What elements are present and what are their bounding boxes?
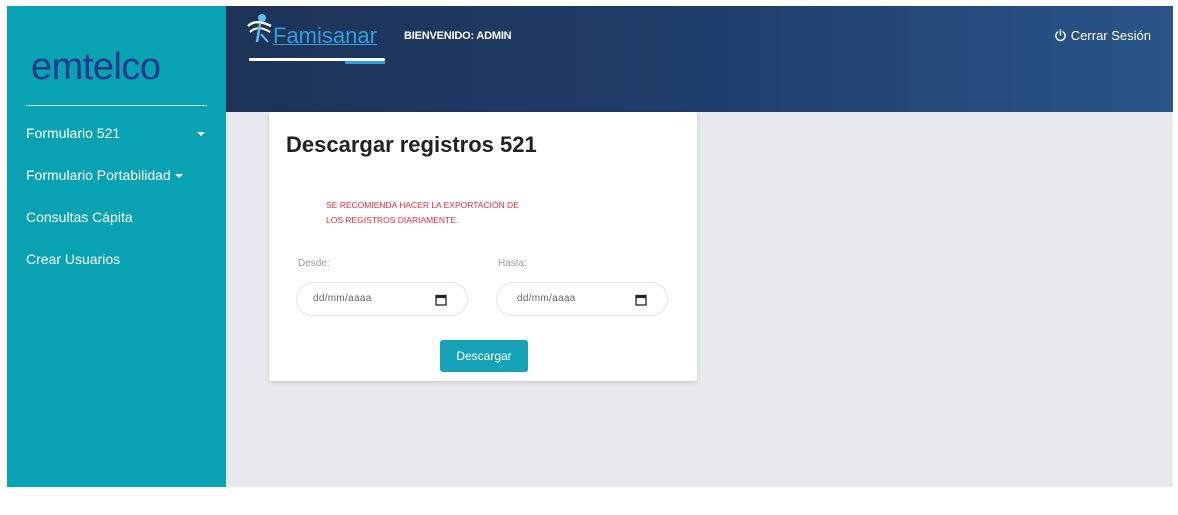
warning-line-2: LOS REGISTROS DIARIAMENTE. — [326, 215, 459, 225]
to-date-placeholder: dd/mm/aaaa — [517, 293, 576, 304]
from-label: Desde: — [298, 258, 330, 269]
page-title: Descargar registros 521 — [286, 132, 537, 157]
logout-label: Cerrar Sesión — [1070, 28, 1151, 43]
famisanar-figure-icon — [247, 14, 272, 43]
caret-down-icon — [174, 174, 183, 178]
warning-line-1: SE RECOMIENDA HACER LA EXPORTACIÓN DE — [326, 200, 519, 210]
sidebar-item-formulario-521[interactable]: Formulario 521 — [7, 125, 226, 167]
sidebar-item-label: Consultas Cápita — [26, 209, 133, 225]
download-card: Descargar registros 521 SE RECOMIENDA HA… — [269, 112, 697, 381]
famisanar-logo: Famisanar — [245, 12, 395, 68]
logo-divider — [26, 105, 207, 106]
calendar-icon[interactable] — [435, 294, 447, 306]
power-icon — [1054, 29, 1066, 42]
sidebar-item-label: Formulario Portabilidad — [26, 167, 171, 183]
from-date-placeholder: dd/mm/aaaa — [313, 293, 372, 304]
app-frame: emtelco Formulario 521 Formulario Portab… — [7, 6, 1173, 487]
sidebar-item-crear-usuarios[interactable]: Crear Usuarios — [7, 251, 226, 293]
sidebar-item-label: Crear Usuarios — [26, 251, 121, 267]
brand-name: Famisanar — [273, 23, 377, 48]
download-button[interactable]: Descargar — [440, 340, 528, 372]
sidebar: emtelco Formulario 521 Formulario Portab… — [7, 6, 226, 487]
welcome-text: BIENVENIDO: ADMIN — [404, 30, 512, 42]
caret-down-icon — [197, 132, 205, 136]
to-date-field[interactable]: dd/mm/aaaa — [496, 282, 668, 316]
sidebar-item-label: Formulario 521 — [26, 125, 121, 141]
top-header: Famisanar BIENVENIDO: ADMIN Cerrar Sesió… — [226, 6, 1173, 112]
sidebar-item-formulario-portabilidad[interactable]: Formulario Portabilidad — [7, 167, 226, 209]
brand-underline-accent — [345, 61, 385, 64]
calendar-icon[interactable] — [635, 294, 647, 306]
sidebar-nav: Formulario 521 Formulario Portabilidad C… — [7, 125, 226, 293]
sidebar-item-consultas-capita[interactable]: Consultas Cápita — [7, 209, 226, 251]
logout-button[interactable]: Cerrar Sesión — [1054, 28, 1151, 43]
export-warning: SE RECOMIENDA HACER LA EXPORTACIÓN DE LO… — [326, 198, 596, 228]
from-date-field[interactable]: dd/mm/aaaa — [296, 282, 468, 316]
emtelco-logo: emtelco — [31, 46, 161, 88]
to-label: Hasta: — [498, 258, 527, 269]
